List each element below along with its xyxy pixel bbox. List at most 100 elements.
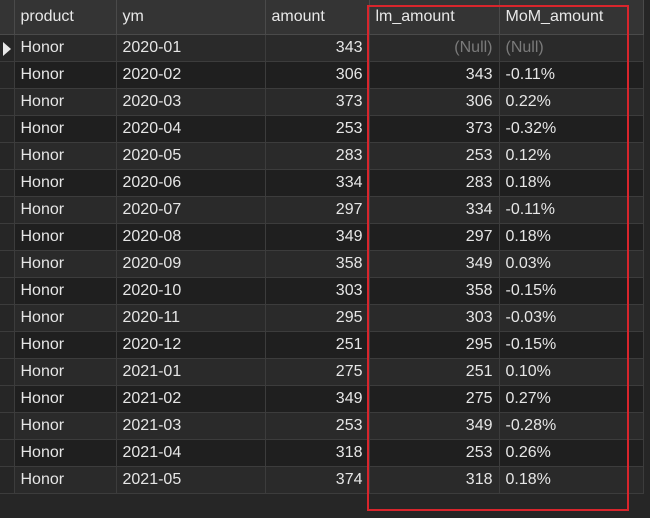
cell-amount[interactable]: 297 xyxy=(265,196,370,224)
cell-mom-amount[interactable]: 0.18% xyxy=(499,169,644,197)
cell-amount[interactable]: 358 xyxy=(265,250,370,278)
cell-amount[interactable]: 253 xyxy=(265,115,370,143)
cell-amount[interactable]: 334 xyxy=(265,169,370,197)
cell-ym[interactable]: 2020-11 xyxy=(116,304,266,332)
cell-ym[interactable]: 2020-08 xyxy=(116,223,266,251)
cell-ym[interactable]: 2020-09 xyxy=(116,250,266,278)
table-row[interactable]: Honor 2020-01 343 (Null) (Null) xyxy=(0,34,644,62)
cell-amount[interactable]: 283 xyxy=(265,142,370,170)
table-row[interactable]: Honor 2020-05 283 253 0.12% xyxy=(0,142,644,170)
cell-product[interactable]: Honor xyxy=(14,34,117,62)
cell-ym[interactable]: 2021-04 xyxy=(116,439,266,467)
cell-lm-amount[interactable]: 373 xyxy=(369,115,500,143)
cell-product[interactable]: Honor xyxy=(14,466,117,494)
row-indicator[interactable] xyxy=(0,142,15,170)
cell-mom-amount[interactable]: 0.22% xyxy=(499,88,644,116)
column-header-mom-amount[interactable]: MoM_amount xyxy=(499,0,644,35)
cell-amount[interactable]: 349 xyxy=(265,223,370,251)
cell-ym[interactable]: 2020-04 xyxy=(116,115,266,143)
cell-mom-amount[interactable]: 0.27% xyxy=(499,385,644,413)
cell-ym[interactable]: 2021-01 xyxy=(116,358,266,386)
cell-lm-amount[interactable]: 275 xyxy=(369,385,500,413)
row-indicator[interactable] xyxy=(0,385,15,413)
cell-product[interactable]: Honor xyxy=(14,277,117,305)
cell-amount[interactable]: 303 xyxy=(265,277,370,305)
row-indicator[interactable] xyxy=(0,277,15,305)
row-indicator[interactable] xyxy=(0,250,15,278)
table-row[interactable]: Honor 2021-01 275 251 0.10% xyxy=(0,358,644,386)
column-header-ym[interactable]: ym xyxy=(116,0,266,35)
row-indicator[interactable] xyxy=(0,466,15,494)
table-row[interactable]: Honor 2021-02 349 275 0.27% xyxy=(0,385,644,413)
cell-product[interactable]: Honor xyxy=(14,142,117,170)
cell-ym[interactable]: 2020-05 xyxy=(116,142,266,170)
cell-mom-amount[interactable]: 0.03% xyxy=(499,250,644,278)
row-indicator[interactable] xyxy=(0,358,15,386)
cell-ym[interactable]: 2020-10 xyxy=(116,277,266,305)
row-indicator[interactable] xyxy=(0,331,15,359)
cell-product[interactable]: Honor xyxy=(14,304,117,332)
column-header-lm-amount[interactable]: lm_amount xyxy=(369,0,500,35)
cell-product[interactable]: Honor xyxy=(14,358,117,386)
row-indicator[interactable] xyxy=(0,439,15,467)
cell-product[interactable]: Honor xyxy=(14,196,117,224)
cell-ym[interactable]: 2021-02 xyxy=(116,385,266,413)
cell-lm-amount[interactable]: 349 xyxy=(369,412,500,440)
cell-lm-amount[interactable]: 283 xyxy=(369,169,500,197)
cell-ym[interactable]: 2020-06 xyxy=(116,169,266,197)
cell-lm-amount[interactable]: 295 xyxy=(369,331,500,359)
cell-ym[interactable]: 2021-03 xyxy=(116,412,266,440)
cell-ym[interactable]: 2021-05 xyxy=(116,466,266,494)
cell-mom-amount[interactable]: 0.26% xyxy=(499,439,644,467)
cell-mom-amount[interactable]: 0.10% xyxy=(499,358,644,386)
cell-mom-amount[interactable]: -0.32% xyxy=(499,115,644,143)
row-indicator[interactable] xyxy=(0,169,15,197)
cell-product[interactable]: Honor xyxy=(14,439,117,467)
cell-mom-amount[interactable]: 0.18% xyxy=(499,223,644,251)
row-indicator[interactable] xyxy=(0,196,15,224)
row-indicator[interactable] xyxy=(0,223,15,251)
table-row[interactable]: Honor 2020-06 334 283 0.18% xyxy=(0,169,644,197)
row-indicator[interactable] xyxy=(0,61,15,89)
row-indicator[interactable] xyxy=(0,88,15,116)
cell-lm-amount[interactable]: 318 xyxy=(369,466,500,494)
cell-ym[interactable]: 2020-03 xyxy=(116,88,266,116)
cell-lm-amount[interactable]: 251 xyxy=(369,358,500,386)
cell-mom-amount[interactable]: 0.18% xyxy=(499,466,644,494)
row-indicator[interactable] xyxy=(0,34,15,62)
cell-product[interactable]: Honor xyxy=(14,61,117,89)
cell-ym[interactable]: 2020-12 xyxy=(116,331,266,359)
cell-mom-amount[interactable]: -0.28% xyxy=(499,412,644,440)
cell-mom-amount[interactable]: -0.11% xyxy=(499,196,644,224)
cell-amount[interactable]: 306 xyxy=(265,61,370,89)
cell-lm-amount[interactable]: 253 xyxy=(369,439,500,467)
cell-mom-amount[interactable]: -0.03% xyxy=(499,304,644,332)
table-row[interactable]: Honor 2020-04 253 373 -0.32% xyxy=(0,115,644,143)
cell-lm-amount[interactable]: 297 xyxy=(369,223,500,251)
column-header-amount[interactable]: amount xyxy=(265,0,370,35)
table-row[interactable]: Honor 2020-10 303 358 -0.15% xyxy=(0,277,644,305)
row-indicator[interactable] xyxy=(0,412,15,440)
cell-ym[interactable]: 2020-07 xyxy=(116,196,266,224)
cell-lm-amount[interactable]: 343 xyxy=(369,61,500,89)
cell-lm-amount[interactable]: 358 xyxy=(369,277,500,305)
cell-lm-amount[interactable]: 334 xyxy=(369,196,500,224)
cell-ym[interactable]: 2020-01 xyxy=(116,34,266,62)
table-row[interactable]: Honor 2020-08 349 297 0.18% xyxy=(0,223,644,251)
table-row[interactable]: Honor 2020-09 358 349 0.03% xyxy=(0,250,644,278)
cell-product[interactable]: Honor xyxy=(14,385,117,413)
cell-amount[interactable]: 318 xyxy=(265,439,370,467)
row-indicator[interactable] xyxy=(0,304,15,332)
cell-product[interactable]: Honor xyxy=(14,412,117,440)
cell-product[interactable]: Honor xyxy=(14,250,117,278)
cell-lm-amount[interactable]: 303 xyxy=(369,304,500,332)
cell-mom-amount[interactable]: (Null) xyxy=(499,34,644,62)
cell-amount[interactable]: 343 xyxy=(265,34,370,62)
table-row[interactable]: Honor 2020-12 251 295 -0.15% xyxy=(0,331,644,359)
cell-amount[interactable]: 373 xyxy=(265,88,370,116)
cell-product[interactable]: Honor xyxy=(14,169,117,197)
table-row[interactable]: Honor 2021-04 318 253 0.26% xyxy=(0,439,644,467)
cell-ym[interactable]: 2020-02 xyxy=(116,61,266,89)
cell-lm-amount[interactable]: 253 xyxy=(369,142,500,170)
cell-amount[interactable]: 253 xyxy=(265,412,370,440)
